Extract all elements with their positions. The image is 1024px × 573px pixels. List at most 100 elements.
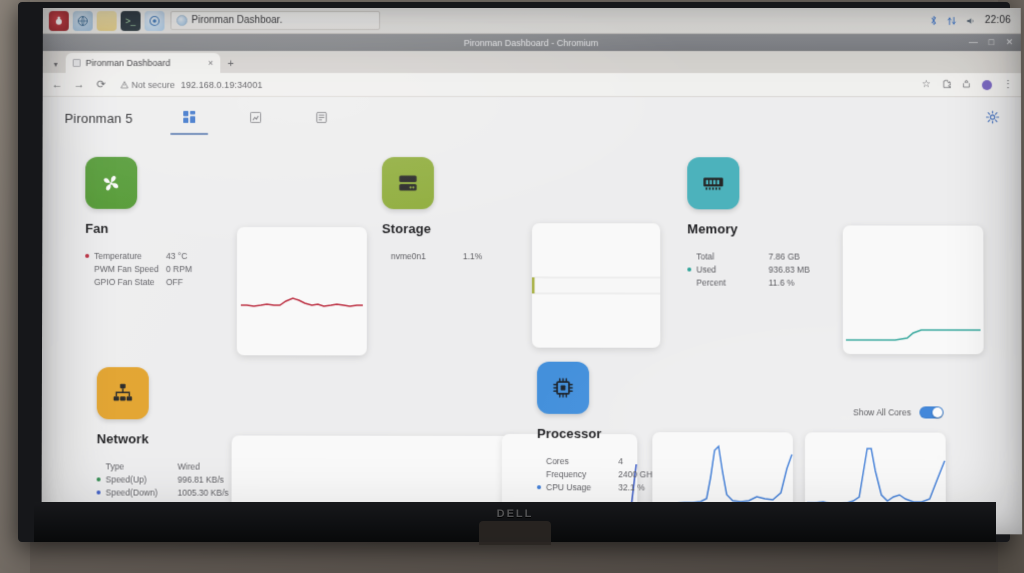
fan-card-rows: Temperature 43 °C PWM Fan Speed 0 RPM GP…: [85, 249, 192, 288]
tab-dashboard[interactable]: [177, 97, 203, 139]
storage-card-rows: nvme0n1 1.1%: [382, 249, 482, 262]
system-tray: 22:06: [930, 15, 1015, 26]
row-value: 11.6 %: [768, 277, 795, 288]
back-icon[interactable]: ←: [51, 78, 64, 90]
not-secure-label: Not secure: [131, 79, 175, 90]
status-dot: [97, 464, 101, 468]
reload-icon[interactable]: ⟳: [95, 78, 108, 91]
fan-card-icon: [85, 156, 138, 209]
star-icon[interactable]: ☆: [922, 79, 931, 90]
file-manager-icon[interactable]: [96, 10, 117, 31]
minimize-icon[interactable]: —: [969, 37, 978, 47]
browser-tab-label: Pironman Dashboard: [85, 57, 171, 68]
raspberry-menu-icon[interactable]: [48, 10, 69, 31]
app-header: Pironman 5: [43, 97, 1022, 139]
card-processor: Processor Cores 4 Frequency 2400 GHz CPU…: [537, 361, 657, 494]
address-bar[interactable]: Not secure 192.168.0.19:34001: [116, 76, 912, 93]
bluetooth-icon[interactable]: [930, 15, 938, 26]
status-dot: [96, 489, 101, 494]
row-key: Speed(Down): [105, 486, 158, 498]
cpu-core-1-sparkline: [652, 432, 793, 511]
processor-card-icon: [537, 361, 590, 414]
tab-favicon-icon: [72, 58, 81, 67]
row-value: 996.81 KB/s: [177, 474, 224, 485]
row-value: 32.1 %: [618, 481, 645, 492]
row-key: Cores: [546, 455, 569, 466]
close-icon[interactable]: ✕: [1005, 37, 1014, 47]
row-key: Type: [105, 460, 125, 471]
menu-icon[interactable]: ⋮: [1003, 79, 1013, 90]
taskbar-window-button[interactable]: Pironman Dashboar.: [170, 11, 381, 30]
cpu-icon: [550, 375, 576, 401]
row-value: 4: [618, 455, 623, 466]
card-memory: Memory Total 7.86 GB Used 936.83 MB Perc…: [687, 157, 810, 289]
network-row-speed-up: Speed(Up) 996.81 KB/s: [96, 472, 229, 485]
tab-logs[interactable]: [309, 97, 335, 139]
profile-avatar[interactable]: [981, 79, 993, 90]
network-card-rows: Type Wired Speed(Up) 996.81 KB/s Speed(D…: [96, 459, 229, 498]
storage-card-title: Storage: [381, 221, 432, 237]
status-dot: [687, 267, 692, 272]
share-icon[interactable]: [962, 79, 971, 91]
memory-usage-sparkline: [843, 225, 984, 354]
ram-icon: [703, 177, 724, 190]
window-controls: — □ ✕: [969, 34, 1014, 51]
status-dot: [85, 266, 89, 270]
memory-row-total: Total 7.86 GB: [687, 249, 810, 262]
row-key: CPU Usage: [546, 481, 592, 492]
status-dot: [537, 484, 542, 489]
card-storage: Storage nvme0n1 1.1%: [382, 157, 482, 262]
page-title: Pironman 5: [64, 110, 133, 126]
show-all-cores-control[interactable]: Show All Cores: [853, 406, 944, 419]
maximize-icon[interactable]: □: [987, 37, 996, 47]
network-icon: [113, 383, 132, 401]
not-secure-indicator[interactable]: Not secure: [120, 79, 175, 90]
extensions-icon[interactable]: [942, 79, 951, 91]
browser-tab[interactable]: Pironman Dashboard ×: [65, 52, 221, 73]
tab-strip: ▾ Pironman Dashboard × +: [42, 50, 1022, 74]
toggle-knob: [932, 407, 943, 418]
fan-row-temperature: Temperature 43 °C: [85, 249, 192, 262]
monitor-bezel-bottom: DELL: [34, 502, 996, 545]
row-value: 0 RPM: [165, 263, 192, 274]
row-key: Percent: [696, 277, 726, 288]
tab-charts[interactable]: [243, 97, 269, 139]
taskbar-clock: 22:06: [984, 14, 1011, 27]
storage-usage-bar: [532, 223, 660, 348]
row-value: 1.1%: [462, 250, 483, 261]
row-value: 2400 GHz: [618, 468, 657, 479]
status-dot: [382, 254, 386, 258]
disk-icon: [399, 175, 417, 191]
fan-temp-chart: [236, 227, 367, 356]
processor-row-frequency: Frequency 2400 GHz: [537, 467, 657, 480]
network-card-title: Network: [96, 431, 149, 447]
row-value: 1005.30 KB/s: [177, 487, 229, 498]
row-value: 936.83 MB: [768, 264, 810, 275]
dashboard-grid-icon: [183, 111, 196, 125]
row-key: nvme0n1: [390, 250, 426, 261]
pironman-dashboard-page: Pironman 5 Fan Temperature 43 °C PWM Fan…: [41, 96, 1023, 535]
browser-toolbar: ← → ⟳ Not secure 192.168.0.19:34001 ☆ ⋮: [42, 72, 1022, 98]
network-row-type: Type Wired: [97, 459, 229, 472]
terminal-icon[interactable]: >_: [120, 10, 141, 31]
gear-icon[interactable]: [986, 111, 999, 126]
new-tab-button[interactable]: +: [222, 55, 239, 73]
storage-usage-chart: [532, 223, 661, 348]
photo-scene: >_ Pironman Dashboar. 22:06 Pironman Das…: [0, 0, 1024, 573]
network-updown-icon[interactable]: [947, 15, 957, 25]
browser-icon[interactable]: [72, 10, 93, 31]
dell-logo: DELL: [496, 508, 534, 520]
chromium-icon[interactable]: [144, 10, 165, 31]
status-dot: [687, 280, 691, 284]
chromium-window-title: Pironman Dashboard - Chromium: [463, 37, 599, 48]
show-all-cores-toggle[interactable]: [919, 406, 944, 419]
row-value: 43 °C: [166, 250, 188, 261]
volume-icon[interactable]: [966, 15, 976, 25]
row-key: PWM Fan Speed: [94, 263, 159, 274]
processor-card-title: Processor: [537, 425, 602, 442]
tab-search-icon[interactable]: ▾: [48, 55, 64, 73]
tab-close-icon[interactable]: ×: [208, 58, 213, 68]
cpu-core-2-sparkline: [805, 432, 946, 511]
memory-card-icon: [687, 157, 740, 210]
forward-icon[interactable]: →: [73, 78, 86, 90]
